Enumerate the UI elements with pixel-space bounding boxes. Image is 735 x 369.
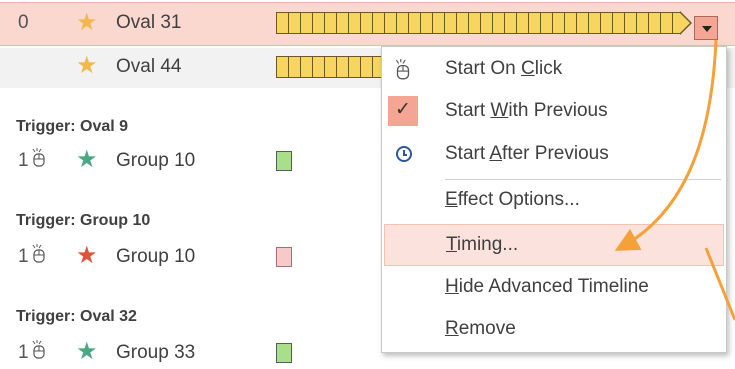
trigger-heading: Trigger: Group 10: [16, 212, 151, 229]
menu-item-label: Start After Previous: [445, 143, 609, 164]
animation-pane: 0 ★ Oval 31 ★ Oval 44 Trigger: Oval 9 1 …: [0, 0, 735, 369]
effect-row-oval-31[interactable]: 0 ★ Oval 31: [0, 2, 735, 46]
effect-context-menu: Start On Click Start With Previous Start…: [381, 46, 727, 353]
effect-name: Oval 44: [116, 56, 182, 77]
timeline-swatch[interactable]: [276, 343, 292, 363]
star-icon: ★: [76, 9, 98, 36]
menu-item-label: Start With Previous: [445, 100, 608, 121]
timeline-swatch[interactable]: [276, 247, 292, 267]
menu-item-timing[interactable]: Timing...: [384, 224, 724, 266]
effect-number: 1: [18, 342, 29, 363]
star-icon: ★: [76, 242, 98, 269]
menu-item-label: Remove: [445, 318, 516, 339]
effect-name: Group 10: [116, 246, 196, 267]
mouse-click-icon: [32, 244, 45, 263]
timeline-swatch[interactable]: [276, 151, 292, 171]
menu-item-start-on-click[interactable]: Start On Click: [382, 49, 726, 91]
effect-number: 1: [18, 246, 29, 267]
checkmark-icon: [388, 96, 418, 126]
trigger-heading: Trigger: Oval 32: [16, 308, 137, 325]
effect-number: 1: [18, 150, 29, 171]
menu-item-label: Start On Click: [445, 58, 563, 79]
effect-name: Group 10: [116, 150, 196, 171]
menu-item-label: Timing...: [446, 234, 519, 255]
timeline-bar[interactable]: [276, 56, 382, 78]
menu-item-label: Effect Options...: [445, 189, 580, 210]
menu-item-start-with-previous[interactable]: Start With Previous: [382, 91, 726, 133]
effect-number: 0: [18, 12, 29, 33]
effect-dropdown-button[interactable]: [694, 16, 718, 40]
effect-name: Oval 31: [116, 12, 182, 33]
trigger-heading: Trigger: Oval 9: [16, 118, 129, 135]
mouse-click-icon: [32, 148, 45, 167]
menu-item-start-after-previous[interactable]: Start After Previous: [382, 134, 726, 176]
star-icon: ★: [76, 338, 98, 365]
menu-item-effect-options[interactable]: Effect Options...: [382, 180, 726, 222]
menu-item-label: Hide Advanced Timeline: [445, 276, 649, 297]
clock-icon: [396, 146, 412, 162]
timeline-bar[interactable]: [276, 12, 680, 34]
menu-item-remove[interactable]: Remove: [382, 309, 726, 351]
effect-name: Group 33: [116, 342, 196, 363]
mouse-click-icon: [32, 340, 45, 359]
timeline-bar-tip-fill: [680, 13, 690, 33]
mouse-click-icon: [395, 59, 410, 80]
star-icon: ★: [76, 146, 98, 173]
star-icon: ★: [76, 52, 98, 79]
menu-item-hide-advanced-timeline[interactable]: Hide Advanced Timeline: [382, 267, 726, 309]
